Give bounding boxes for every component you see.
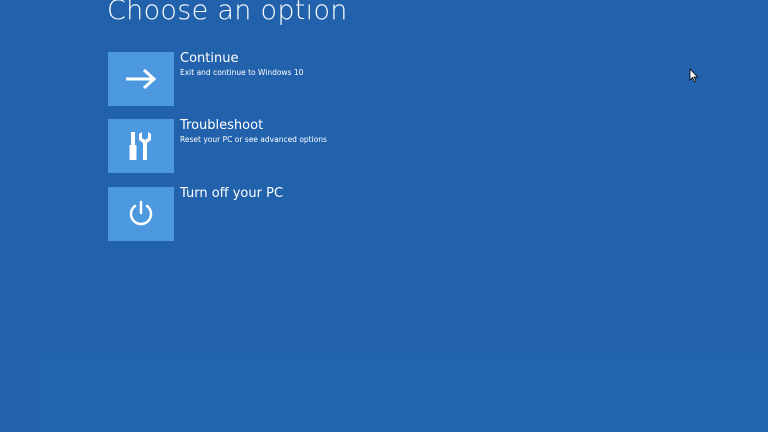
bottom-band bbox=[40, 354, 768, 432]
turn-off-option[interactable]: Turn off your PC bbox=[108, 186, 368, 241]
power-icon bbox=[129, 200, 153, 226]
continue-option[interactable]: Continue Exit and continue to Windows 10 bbox=[108, 51, 368, 106]
tools-icon bbox=[129, 132, 151, 160]
continue-description: Exit and continue to Windows 10 bbox=[180, 68, 304, 77]
mouse-cursor-icon bbox=[689, 68, 699, 83]
recovery-screen: Choose an option Continue Exit and conti… bbox=[0, 0, 768, 432]
troubleshoot-option[interactable]: Troubleshoot Reset your PC or see advanc… bbox=[108, 118, 368, 173]
turn-off-tile[interactable] bbox=[108, 187, 174, 241]
continue-tile[interactable] bbox=[108, 52, 174, 106]
troubleshoot-label: Troubleshoot bbox=[180, 118, 264, 133]
page-title: Choose an option bbox=[107, 0, 348, 26]
turn-off-label: Turn off your PC bbox=[180, 186, 284, 201]
continue-label: Continue bbox=[180, 51, 239, 66]
troubleshoot-tile[interactable] bbox=[108, 119, 174, 173]
arrow-right-icon bbox=[126, 68, 157, 90]
troubleshoot-description: Reset your PC or see advanced options bbox=[180, 135, 327, 144]
